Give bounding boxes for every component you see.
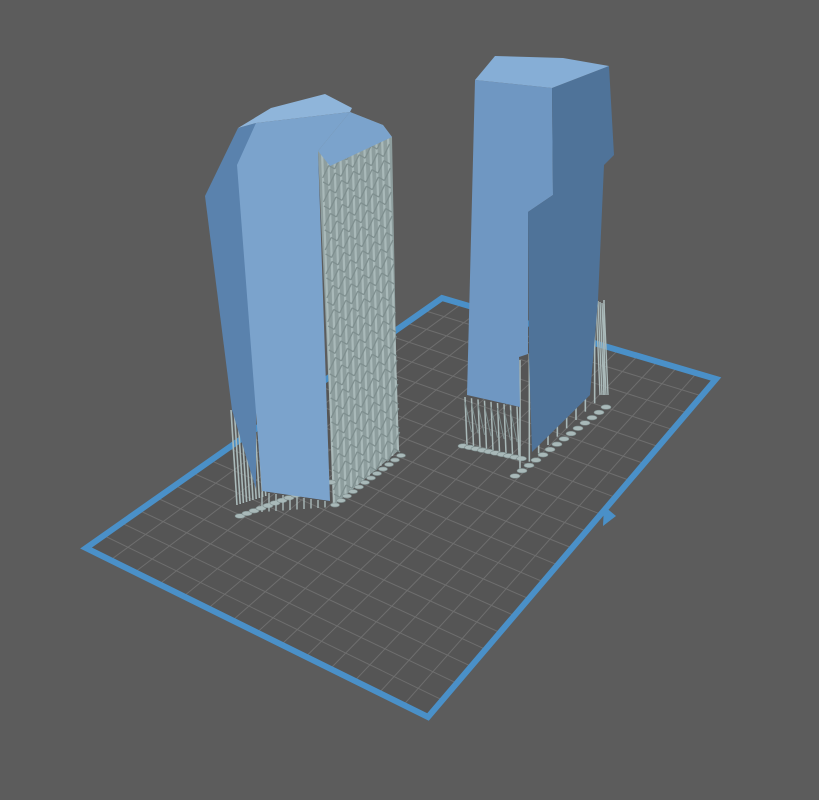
support-base [354, 484, 364, 490]
support-base [572, 425, 584, 431]
build-plate [80, 294, 722, 721]
support-base [348, 489, 358, 494]
support-base [593, 409, 605, 415]
support-base [565, 431, 577, 437]
support-base [384, 462, 394, 467]
support-base [342, 493, 352, 499]
support-base [516, 456, 527, 462]
support-base [530, 457, 542, 463]
support-base [378, 466, 388, 472]
support-base [558, 436, 570, 442]
support-base [360, 480, 370, 485]
support-base [396, 453, 406, 458]
support-base [372, 471, 382, 476]
3d-viewport[interactable] [0, 0, 819, 800]
support-base [600, 404, 612, 410]
support-base [579, 420, 591, 426]
support-base [366, 475, 376, 481]
support-base [516, 468, 528, 474]
support-base [390, 457, 400, 463]
support-base [523, 462, 535, 468]
support-base [509, 473, 521, 479]
support-base [537, 452, 549, 458]
support-base [336, 498, 346, 503]
support-base [544, 446, 556, 453]
build-plate-surface [86, 298, 716, 717]
scene-canvas[interactable] [0, 0, 819, 800]
front-direction-arrow-icon [603, 506, 616, 526]
support-base [586, 415, 598, 421]
support-base [330, 502, 340, 508]
support-base [551, 441, 563, 447]
